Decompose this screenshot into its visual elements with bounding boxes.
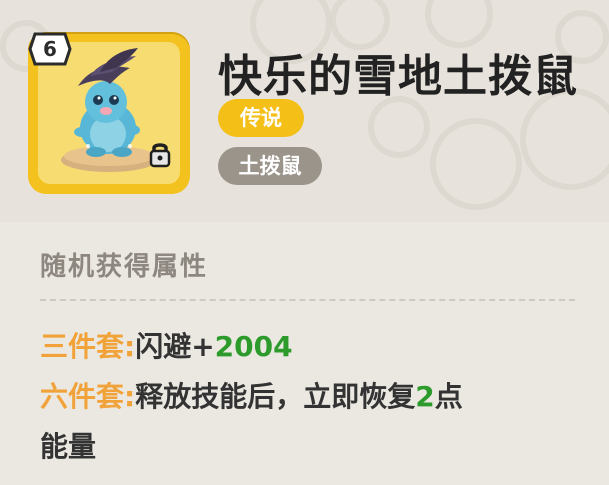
three-set-label: 三件套: [40, 330, 136, 363]
background-swirl-icon [368, 96, 430, 158]
six-set-value: 2 [415, 380, 435, 413]
level-badge: 6 [28, 32, 72, 66]
attributes-title: 随机获得属性 [40, 252, 209, 282]
three-set-stat: 闪避+ [135, 330, 215, 363]
six-set-label: 六件套: [40, 380, 136, 413]
lock-icon[interactable] [146, 140, 174, 168]
six-set-bonus: 六件套:释放技能后，立即恢复2点 [40, 375, 463, 415]
item-level: 6 [43, 37, 57, 61]
background-swirl-icon [430, 118, 522, 210]
six-set-text-1: 释放技能后，立即恢复 [135, 380, 416, 413]
six-set-bonus-line2: 能量 [40, 430, 97, 463]
three-set-bonus: 三件套:闪避+2004 [40, 325, 293, 365]
type-badge: 土拨鼠 [218, 147, 322, 185]
dashed-divider [40, 299, 575, 301]
rarity-badge: 传说 [218, 99, 304, 137]
item-name: 快乐的雪地土拨鼠 [218, 51, 578, 102]
six-set-text-2: 点 [434, 380, 463, 413]
three-set-value: 2004 [214, 330, 293, 363]
